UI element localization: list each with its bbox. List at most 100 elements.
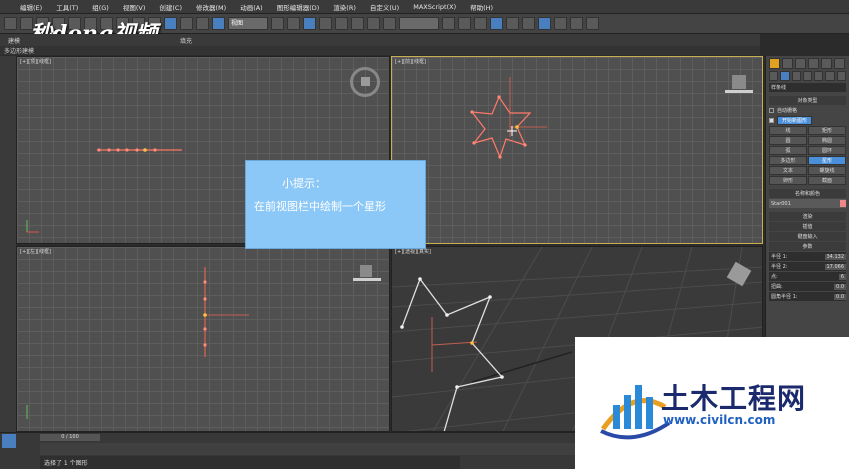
- name-color-header[interactable]: 名称和颜色: [769, 189, 846, 198]
- keyboard-shortcut-icon[interactable]: [303, 17, 316, 30]
- command-panel: 样条线 对象类型 自动栅格 开始新图形 线 矩形 圆 椭圆 弧 圆环 多边形 星…: [765, 56, 849, 356]
- rectangle-button[interactable]: 矩形: [808, 126, 846, 135]
- mirror-icon[interactable]: [442, 17, 455, 30]
- undo-icon[interactable]: [4, 17, 17, 30]
- lights-icon[interactable]: [791, 71, 801, 81]
- object-name-field[interactable]: Star001: [769, 199, 846, 208]
- motion-tab-icon[interactable]: [808, 58, 819, 69]
- viewport-front[interactable]: [+][前][线框]: [391, 56, 763, 244]
- keyboard-entry-rollout[interactable]: 键盘输入: [769, 232, 846, 241]
- left-strip: [0, 56, 16, 432]
- left-star-shape: [26, 267, 249, 419]
- distortion-spinner[interactable]: 扭曲: 0.0: [769, 282, 846, 291]
- viewport-left[interactable]: [+][左][线框]: [16, 246, 390, 432]
- menu-view[interactable]: 视图(V): [123, 2, 146, 12]
- named-selection-icon[interactable]: [383, 17, 396, 30]
- menu-graph-editors[interactable]: 图形编辑器(D): [277, 2, 320, 12]
- graphite-icon[interactable]: [490, 17, 503, 30]
- menu-create[interactable]: 创建(C): [159, 2, 182, 12]
- object-type-header[interactable]: 对象类型: [769, 96, 846, 105]
- align-icon[interactable]: [458, 17, 471, 30]
- line-button[interactable]: 线: [769, 126, 807, 135]
- rendering-rollout[interactable]: 渲染: [769, 212, 846, 221]
- track-bar[interactable]: [40, 443, 580, 455]
- rotate-icon[interactable]: [180, 17, 193, 30]
- cameras-icon[interactable]: [802, 71, 813, 81]
- display-tab-icon[interactable]: [821, 58, 832, 69]
- points-spinner[interactable]: 点: 6: [769, 272, 846, 281]
- move-cursor-icon[interactable]: [287, 17, 300, 30]
- text-button[interactable]: 文本: [769, 166, 807, 175]
- schematic-icon[interactable]: [522, 17, 535, 30]
- front-star-shape: [470, 77, 547, 159]
- menu-tools[interactable]: 工具(T): [56, 2, 78, 12]
- render-frame-icon[interactable]: [570, 17, 583, 30]
- render-setup-icon[interactable]: [554, 17, 567, 30]
- named-selection-field[interactable]: [399, 17, 439, 30]
- create-category-icons: [769, 71, 846, 81]
- ellipse-button[interactable]: 椭圆: [808, 136, 846, 145]
- ribbon-tab-modeling[interactable]: 建模: [8, 36, 20, 45]
- tip-overlay: 小提示： 在前视图栏中绘制一个星形: [245, 160, 426, 249]
- render-icon[interactable]: [586, 17, 599, 30]
- arc-button[interactable]: 弧: [769, 146, 807, 155]
- move-icon[interactable]: [164, 17, 177, 30]
- start-new-shape[interactable]: 开始新图形: [769, 116, 846, 125]
- angle-snap-icon[interactable]: [335, 17, 348, 30]
- curve-editor-icon[interactable]: [506, 17, 519, 30]
- shapes-icon[interactable]: [780, 71, 790, 81]
- object-color-swatch[interactable]: [840, 200, 846, 207]
- watermark-panel: 土木工程网 www.civilcn.com: [575, 337, 849, 469]
- utilities-tab-icon[interactable]: [834, 58, 845, 69]
- tip-title: 小提示：: [282, 177, 326, 190]
- ribbon: 建模 填充: [0, 34, 760, 46]
- menu-modifiers[interactable]: 修改器(M): [196, 2, 226, 12]
- modify-tab-icon[interactable]: [782, 58, 793, 69]
- menu-maxscript[interactable]: MAXScript(X): [413, 3, 456, 11]
- layer-icon[interactable]: [474, 17, 487, 30]
- circle-button[interactable]: 圆: [769, 136, 807, 145]
- spacewarps-icon[interactable]: [825, 71, 835, 81]
- material-editor-icon[interactable]: [538, 17, 551, 30]
- interpolation-rollout[interactable]: 插值: [769, 222, 846, 231]
- section-button[interactable]: 截面: [808, 176, 846, 185]
- menu-group[interactable]: 组(G): [92, 2, 109, 12]
- scale-icon[interactable]: [196, 17, 209, 30]
- egg-button[interactable]: 卵形: [769, 176, 807, 185]
- systems-icon[interactable]: [836, 71, 846, 81]
- menu-bar: 编辑(E) 工具(T) 组(G) 视图(V) 创建(C) 修改器(M) 动画(A…: [0, 0, 849, 14]
- donut-button[interactable]: 圆环: [808, 146, 846, 155]
- watermark-cn-text: 土木工程网: [661, 382, 807, 415]
- ref-coord-icon[interactable]: [212, 17, 225, 30]
- menu-customize[interactable]: 自定义(U): [370, 2, 399, 12]
- helpers-icon[interactable]: [814, 71, 824, 81]
- fillet-radius1-spinner[interactable]: 圆角半径 1: 0.0: [769, 292, 846, 301]
- radius1-spinner[interactable]: 半径 1: 34.132: [769, 252, 846, 261]
- star-button[interactable]: 星形: [808, 156, 846, 165]
- spinner-snap-icon[interactable]: [367, 17, 380, 30]
- menu-rendering[interactable]: 渲染(R): [333, 2, 356, 12]
- create-tab-icon[interactable]: [769, 58, 780, 69]
- ribbon-tab-populate[interactable]: 填充: [180, 36, 192, 45]
- polygon-modeling-label[interactable]: 多边形建模: [0, 46, 760, 55]
- radius2-spinner[interactable]: 半径 2: 17.066: [769, 262, 846, 271]
- percent-snap-icon[interactable]: [351, 17, 364, 30]
- hierarchy-tab-icon[interactable]: [795, 58, 806, 69]
- menu-animation[interactable]: 动画(A): [240, 2, 263, 12]
- snap-icon[interactable]: [319, 17, 332, 30]
- auto-grid-checkbox[interactable]: 自动栅格: [769, 106, 846, 115]
- shape-type-dropdown[interactable]: 样条线: [769, 83, 846, 92]
- view-dropdown[interactable]: 视图: [228, 17, 268, 30]
- watermark-url: www.civilcn.com: [663, 413, 776, 427]
- ngon-button[interactable]: 多边形: [769, 156, 807, 165]
- parameters-rollout[interactable]: 参数: [769, 242, 846, 251]
- time-slider[interactable]: 0 / 100: [40, 434, 100, 441]
- tip-text: 在前视图栏中绘制一个星形: [254, 200, 386, 213]
- status-bar: 选择了 1 个图形: [40, 456, 460, 469]
- helix-button[interactable]: 螺旋线: [808, 166, 846, 175]
- menu-help[interactable]: 帮助(H): [470, 2, 493, 12]
- geometry-icon[interactable]: [769, 71, 779, 81]
- mini-listener-icon[interactable]: [2, 434, 16, 448]
- pivot-icon[interactable]: [271, 17, 284, 30]
- menu-edit[interactable]: 编辑(E): [20, 2, 42, 12]
